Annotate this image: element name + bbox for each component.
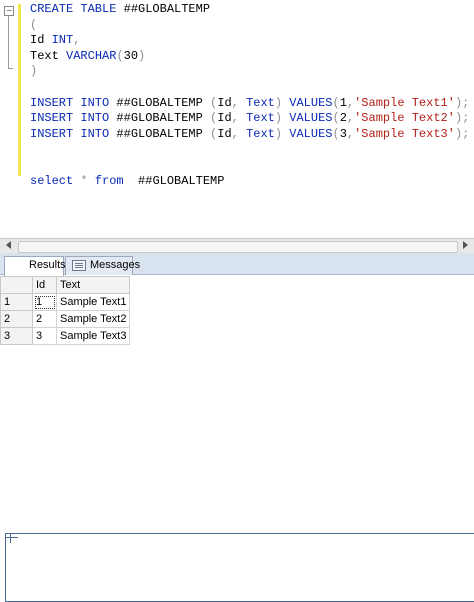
code-token: Text [246, 111, 275, 126]
results-grid[interactable]: Id Text 1 1 Sample Text1 2 2 Sample Text… [0, 276, 474, 345]
grid-icon [5, 533, 474, 602]
code-token: ) [274, 95, 290, 110]
code-token: Id [217, 95, 232, 110]
scroll-right-arrow-icon[interactable] [463, 241, 468, 249]
code-token: Id [217, 111, 232, 126]
code-token: 2 [339, 111, 347, 126]
code-line[interactable]: ( [30, 18, 469, 34]
code-token: INSERT INTO [30, 111, 117, 126]
sql-code[interactable]: CREATE TABLE ##GLOBALTEMP(Id INT, Text VA… [30, 2, 469, 189]
tab-messages[interactable]: Messages [65, 256, 140, 275]
table-row[interactable]: 1 1 Sample Text1 [0, 293, 131, 311]
code-token: 30 [123, 48, 139, 63]
code-token: ); [454, 126, 470, 141]
code-token: ##GLOBALTEMP [116, 111, 211, 126]
tab-messages-label: Messages [90, 259, 141, 271]
collapse-toggle-icon[interactable]: − [4, 6, 14, 16]
query-editor[interactable]: − CREATE TABLE ##GLOBALTEMP(Id INT, Text … [0, 0, 474, 238]
code-token: VARCHAR [66, 48, 117, 63]
code-token: ( [30, 17, 38, 32]
row-number[interactable]: 3 [0, 327, 33, 345]
code-token: ( [116, 48, 124, 63]
code-token: ( [332, 111, 340, 126]
code-token: 3 [339, 126, 347, 141]
header-row: Id Text [0, 276, 131, 294]
code-token: INT [51, 33, 74, 48]
cell-text[interactable]: Sample Text2 [55, 310, 131, 328]
table-row[interactable]: 2 2 Sample Text2 [0, 310, 131, 328]
code-token: ) [274, 126, 290, 141]
change-tracking-bar [18, 4, 21, 176]
scrollbar-thumb[interactable] [18, 241, 458, 253]
code-line[interactable] [30, 158, 469, 174]
code-line[interactable]: ) [30, 64, 469, 80]
scroll-left-arrow-icon[interactable] [6, 241, 11, 249]
tab-results[interactable]: Results [4, 256, 474, 602]
code-token: ##GLOBALTEMP [138, 173, 225, 188]
code-token: CREATE TABLE [30, 2, 124, 16]
code-token: ); [454, 111, 470, 126]
code-token: , [231, 126, 247, 141]
code-token: Text [246, 126, 275, 141]
code-token: ##GLOBALTEMP [116, 95, 211, 110]
code-token: VALUES [289, 95, 333, 110]
code-token: Text [30, 48, 67, 63]
cell-text[interactable]: Sample Text1 [55, 293, 131, 311]
code-token: Text [246, 95, 275, 110]
collapse-guide-line [8, 16, 9, 68]
horizontal-scrollbar[interactable] [0, 238, 474, 253]
code-line[interactable]: INSERT INTO ##GLOBALTEMP ( Id, Text) VALU… [30, 127, 469, 143]
code-token: 1 [339, 95, 347, 110]
table-row[interactable]: 3 3 Sample Text3 [0, 327, 131, 345]
column-header-text[interactable]: Text [55, 276, 131, 294]
collapse-guide-end [8, 68, 13, 69]
code-token: ##GLOBALTEMP [116, 126, 211, 141]
cell-id[interactable]: 2 [32, 310, 57, 328]
code-line[interactable] [30, 142, 469, 158]
code-token: * [80, 173, 95, 188]
code-token: Id [30, 33, 52, 48]
code-line[interactable]: CREATE TABLE ##GLOBALTEMP [30, 2, 469, 18]
tab-results-label: Results [29, 259, 66, 271]
code-token: VALUES [289, 126, 333, 141]
cell-id[interactable]: 1 [32, 293, 57, 311]
code-token: 'Sample Text3' [354, 126, 455, 141]
code-line[interactable] [30, 80, 469, 96]
code-token: ); [454, 95, 470, 110]
code-line[interactable]: INSERT INTO ##GLOBALTEMP ( Id, Text) VALU… [30, 96, 469, 112]
messages-icon [72, 260, 86, 271]
code-token: 'Sample Text2' [354, 111, 455, 126]
code-token: , [231, 111, 247, 126]
code-token: ) [30, 64, 38, 79]
code-line[interactable]: select * from ##GLOBALTEMP [30, 174, 469, 190]
code-token: Id [217, 126, 232, 141]
code-token: , [73, 33, 81, 48]
row-number[interactable]: 2 [0, 310, 33, 328]
code-token: INSERT INTO [30, 126, 117, 141]
cell-id[interactable]: 3 [32, 327, 57, 345]
code-token: ##GLOBALTEMP [123, 2, 211, 16]
cell-text[interactable]: Sample Text3 [55, 327, 131, 345]
code-line[interactable]: Id INT, [30, 33, 469, 49]
code-line[interactable]: INSERT INTO ##GLOBALTEMP ( Id, Text) VALU… [30, 111, 469, 127]
code-token: select [30, 173, 81, 188]
code-token: from [94, 173, 139, 188]
results-tab-bar: Results Messages [0, 253, 474, 602]
code-token: ( [332, 95, 340, 110]
code-token: INSERT INTO [30, 95, 117, 110]
code-token: , [231, 95, 247, 110]
corner-cell[interactable] [0, 276, 33, 294]
code-token: VALUES [289, 111, 333, 126]
code-token: ) [274, 111, 290, 126]
code-token: ) [138, 48, 146, 63]
code-token: ( [332, 126, 340, 141]
column-header-id[interactable]: Id [32, 276, 57, 294]
row-number[interactable]: 1 [0, 293, 33, 311]
code-line[interactable]: Text VARCHAR(30) [30, 49, 469, 65]
results-table: Id Text 1 1 Sample Text1 2 2 Sample Text… [0, 276, 131, 345]
code-token: 'Sample Text1' [354, 95, 455, 110]
